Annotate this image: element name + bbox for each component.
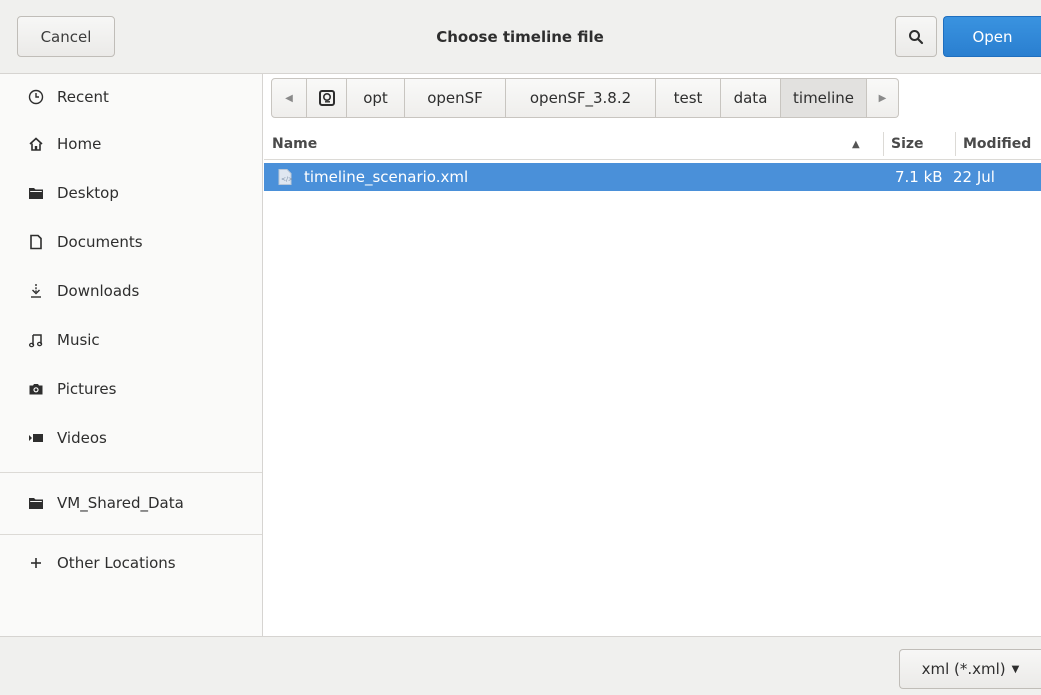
sidebar-item-label: VM_Shared_Data — [57, 494, 184, 512]
folder-icon — [27, 184, 45, 202]
file-icon: </> — [278, 163, 292, 191]
path-crumb-timeline[interactable]: timeline — [781, 78, 867, 118]
music-icon — [27, 331, 45, 349]
sidebar-item-label: Downloads — [57, 282, 140, 300]
path-crumb-opensf-version[interactable]: openSF_3.8.2 — [506, 78, 656, 118]
cancel-button[interactable]: Cancel — [17, 16, 115, 57]
column-divider — [955, 132, 956, 156]
column-header-label: Size — [891, 136, 924, 152]
sidebar-item-music[interactable]: Music — [0, 317, 262, 363]
path-crumb-opensf[interactable]: openSF — [405, 78, 506, 118]
column-header-name[interactable]: Name — [272, 128, 317, 160]
chevron-down-icon: ▼ — [1011, 663, 1020, 675]
sidebar-item-label: Documents — [57, 233, 143, 251]
sidebar-item-documents[interactable]: Documents — [0, 219, 262, 265]
download-icon — [27, 282, 45, 300]
folder-icon — [27, 494, 45, 512]
sidebar-item-label: Desktop — [57, 184, 119, 202]
home-icon — [27, 135, 45, 153]
header-bar: Cancel Choose timeline file Open — [0, 0, 1041, 74]
sidebar-divider — [0, 472, 262, 473]
document-icon — [27, 233, 45, 251]
column-header-modified[interactable]: Modified — [963, 128, 1041, 160]
sidebar-item-label: Other Locations — [57, 554, 176, 572]
file-filter-dropdown[interactable]: xml (*.xml) ▼ — [899, 649, 1041, 689]
sort-ascending-icon: ▲ — [852, 138, 860, 150]
search-button[interactable] — [895, 16, 937, 57]
plus-icon — [27, 554, 45, 572]
path-scroll-left-button[interactable]: ◀ — [271, 78, 307, 118]
sidebar-item-vm-shared-data[interactable]: VM_Shared_Data — [0, 480, 262, 526]
column-header-label: Name — [272, 136, 318, 152]
camera-icon — [27, 380, 45, 398]
sidebar-item-recent[interactable]: Recent — [0, 74, 262, 120]
file-size: 7.1 kB — [895, 168, 943, 186]
column-header-label: Modified — [963, 136, 1032, 152]
sidebar-item-label: Pictures — [57, 380, 117, 398]
file-list-header: Name ▲ Size Modified — [264, 128, 1041, 160]
sidebar-item-videos[interactable]: Videos — [0, 415, 262, 461]
search-icon — [909, 29, 924, 44]
sidebar-item-label: Videos — [57, 429, 107, 447]
footer-bar: xml (*.xml) ▼ — [0, 636, 1041, 695]
open-button[interactable]: Open — [943, 16, 1041, 57]
sidebar-item-label: Music — [57, 331, 100, 349]
path-crumb-data[interactable]: data — [721, 78, 781, 118]
file-modified: 22 Jul — [953, 168, 995, 186]
path-bar: ◀ opt openSF openSF_3.8.2 test data time… — [271, 78, 899, 118]
places-sidebar: Recent Home Desktop Documents Downloads … — [0, 74, 263, 636]
sidebar-item-other-locations[interactable]: Other Locations — [0, 540, 262, 586]
drive-icon — [318, 90, 335, 106]
clock-icon — [27, 88, 45, 106]
dialog-title: Choose timeline file — [436, 27, 604, 46]
sidebar-item-label: Home — [57, 135, 102, 153]
path-crumb-opt[interactable]: opt — [347, 78, 405, 118]
file-row[interactable]: </> timeline_scenario.xml 7.1 kB 22 Jul — [264, 163, 1041, 191]
path-crumb-test[interactable]: test — [656, 78, 721, 118]
sidebar-item-pictures[interactable]: Pictures — [0, 366, 262, 412]
sidebar-item-downloads[interactable]: Downloads — [0, 268, 262, 314]
column-header-size[interactable]: Size — [891, 128, 924, 160]
path-root-button[interactable] — [307, 78, 347, 118]
svg-text:</>: </> — [281, 176, 292, 183]
sidebar-item-desktop[interactable]: Desktop — [0, 170, 262, 216]
column-divider — [883, 132, 884, 156]
file-filter-label: xml (*.xml) — [921, 660, 1006, 678]
path-scroll-right-button[interactable]: ▶ — [867, 78, 899, 118]
file-name: timeline_scenario.xml — [304, 168, 469, 186]
chevron-left-icon: ◀ — [285, 92, 293, 104]
sidebar-item-label: Recent — [57, 88, 109, 106]
sidebar-item-home[interactable]: Home — [0, 121, 262, 167]
video-icon — [27, 429, 45, 447]
sidebar-divider — [0, 534, 262, 535]
chevron-right-icon: ▶ — [878, 92, 887, 104]
